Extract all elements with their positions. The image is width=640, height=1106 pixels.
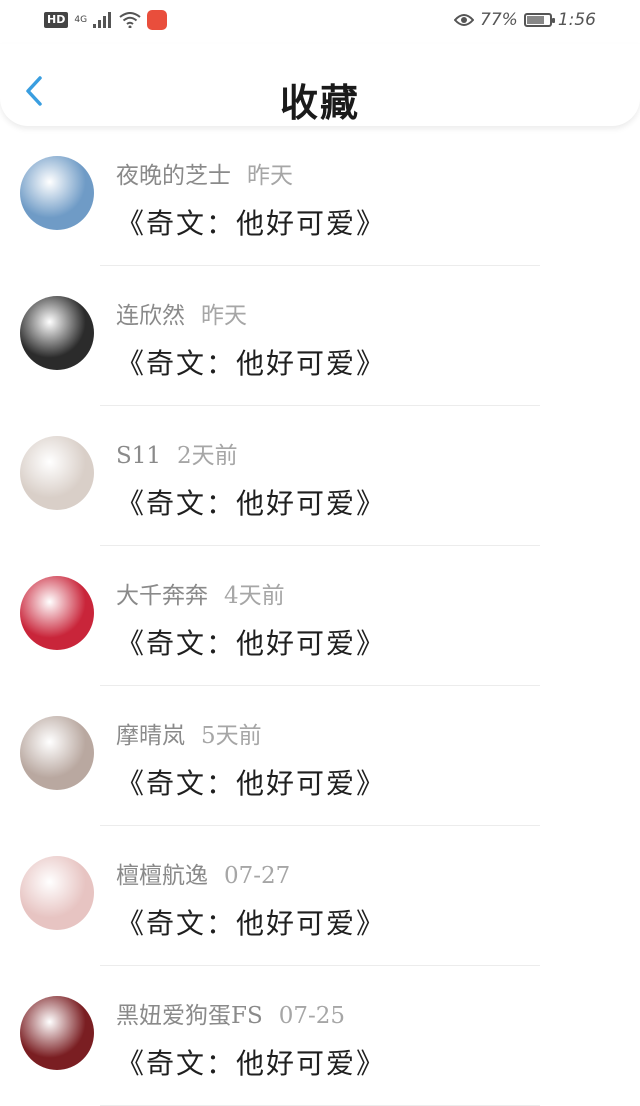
wifi-icon [119, 12, 141, 28]
username[interactable]: 大千奔奔 [116, 583, 208, 609]
favorite-item[interactable]: 摩晴岚 5天前《奇文：他好可爱》 [0, 686, 640, 826]
battery-percent: 77% [480, 10, 518, 30]
favorite-title[interactable]: 《奇文：他好可爱》 [116, 762, 386, 802]
username[interactable]: 摩晴岚 [116, 723, 185, 749]
timestamp: 昨天 [247, 163, 293, 189]
username[interactable]: 夜晚的芝士 [116, 163, 231, 189]
avatar[interactable] [20, 856, 94, 930]
hd-badge: HD [44, 12, 69, 28]
status-right: 77% 1:56 [454, 10, 596, 30]
favorite-meta: 檀檀航逸 07-27 [116, 856, 290, 890]
username[interactable]: S11 [116, 443, 161, 469]
favorite-meta: 大千奔奔 4天前 [116, 576, 285, 610]
favorite-meta: 连欣然 昨天 [116, 296, 247, 330]
timestamp: 07-25 [278, 1003, 346, 1029]
avatar[interactable] [20, 716, 94, 790]
timestamp: 07-27 [224, 863, 291, 889]
network-label: 4G [74, 14, 88, 25]
status-bar: HD 4G 77% 1:56 [0, 0, 640, 44]
favorite-item[interactable]: 连欣然 昨天《奇文：他好可爱》 [0, 266, 640, 406]
eye-icon [454, 14, 475, 26]
avatar[interactable] [20, 576, 94, 650]
status-left: HD 4G [44, 10, 168, 30]
favorite-item[interactable]: 檀檀航逸 07-27 《奇文：他好可爱》 [0, 826, 640, 966]
timestamp: 5天前 [201, 723, 262, 749]
favorite-item[interactable]: 夜晚的芝士 昨天《奇文：他好可爱》 [0, 126, 640, 266]
username[interactable]: 连欣然 [116, 303, 185, 329]
favorite-title[interactable]: 《奇文：他好可爱》 [116, 482, 386, 522]
favorite-title[interactable]: 《奇文：他好可爱》 [116, 342, 386, 382]
favorite-title[interactable]: 《奇文：他好可爱》 [116, 622, 386, 662]
favorites-list: 夜晚的芝士 昨天 《奇文：他好可爱》 连欣然 昨天 《奇文：他好可爱》 S11 2天前 《奇文：… [0, 126, 640, 1106]
favorite-item[interactable]: 黑妞爱狗蛋FS 07-25 《奇文：他好可爱》 [0, 966, 640, 1106]
favorite-title[interactable]: 《奇文：他好可爱》 [116, 1042, 386, 1082]
favorite-title[interactable]: 《奇文：他好可爱》 [116, 902, 386, 942]
clock: 1:56 [557, 10, 596, 30]
favorite-title[interactable]: 《奇文：他好可爱》 [116, 202, 386, 242]
avatar[interactable] [20, 436, 94, 510]
username[interactable]: 黑妞爱狗蛋FS [116, 1003, 263, 1029]
battery-fill [526, 16, 544, 24]
favorite-meta: S11 2天前 [116, 436, 238, 470]
app-notification-icon [147, 10, 168, 30]
avatar[interactable] [20, 296, 94, 370]
favorite-meta: 黑妞爱狗蛋FS 07-25 [116, 996, 345, 1030]
timestamp: 4天前 [224, 583, 285, 609]
favorite-meta: 摩晴岚 5天前 [116, 716, 262, 750]
timestamp: 2天前 [177, 443, 238, 469]
favorite-meta: 夜晚的芝士 昨天 [116, 156, 293, 190]
timestamp: 昨天 [201, 303, 247, 329]
signal-icon [93, 12, 112, 28]
username[interactable]: 檀檀航逸 [116, 863, 208, 889]
favorite-item[interactable]: S11 2天前《奇文：他好可爱》 [0, 406, 640, 546]
favorite-item[interactable]: 大千奔奔 4天前《奇文：他好可爱》 [0, 546, 640, 686]
avatar[interactable] [20, 996, 94, 1070]
battery-icon [523, 13, 555, 27]
avatar[interactable] [20, 156, 94, 230]
page-title: 收藏 [279, 80, 360, 125]
top-bar: 收藏 [0, 44, 640, 126]
